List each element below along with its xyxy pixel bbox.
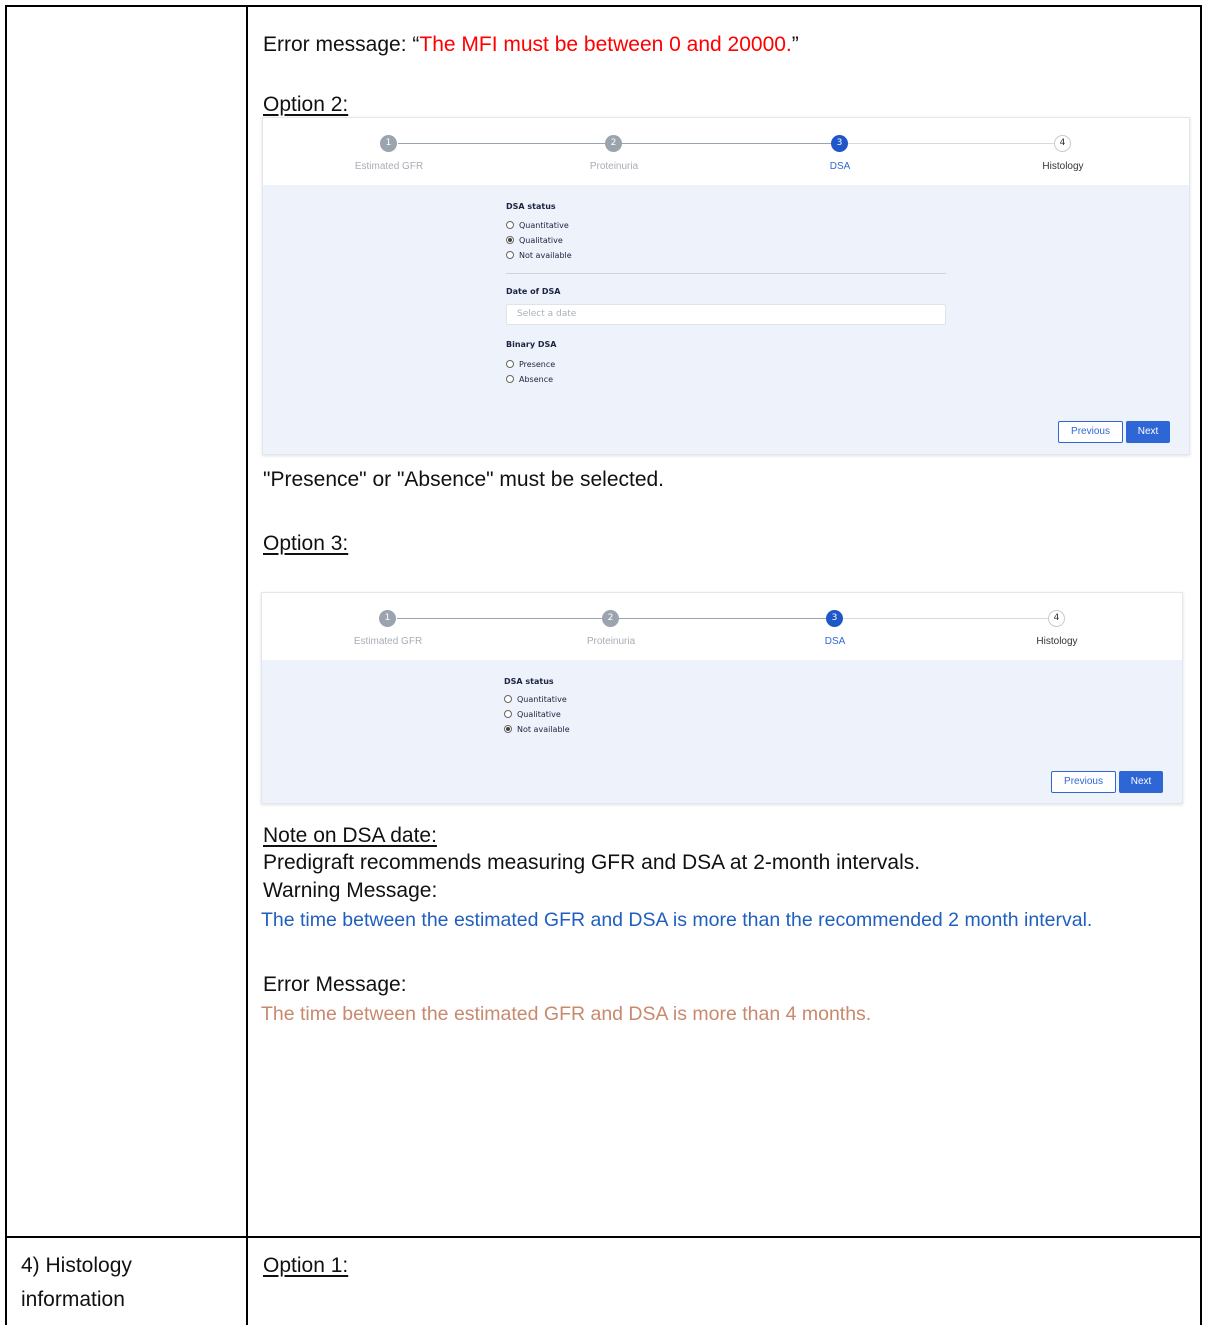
radio-absence[interactable]: Absence bbox=[506, 375, 553, 385]
radio-circle bbox=[506, 221, 514, 229]
table-row-divider bbox=[5, 1236, 1202, 1238]
dsa-form-screenshot-option3: 1 2 3 4 Estimated GFR Proteinuria DSA Hi… bbox=[261, 592, 1183, 804]
radio-circle-selected bbox=[504, 725, 512, 733]
radio-circle bbox=[506, 375, 514, 383]
radio-circle bbox=[504, 710, 512, 718]
next-button[interactable]: Next bbox=[1126, 421, 1170, 443]
date-of-dsa-label: Date of DSA bbox=[506, 287, 561, 296]
form-body: DSA status Quantitative Qualitative Not … bbox=[262, 660, 1182, 803]
dsa-status-label: DSA status bbox=[504, 677, 554, 686]
step-3-circle[interactable]: 3 bbox=[826, 610, 843, 627]
dsa-form-screenshot-option2: 1 2 3 4 Estimated GFR Proteinuria DSA Hi… bbox=[262, 117, 1190, 455]
step-4-label: Histology bbox=[1036, 636, 1078, 647]
step-4-circle[interactable]: 4 bbox=[1048, 610, 1065, 627]
mfi-error-line: Error message: “The MFI must be between … bbox=[263, 32, 799, 58]
radio-not-available[interactable]: Not available bbox=[504, 725, 570, 735]
step-2-circle[interactable]: 2 bbox=[602, 610, 619, 627]
radio-circle bbox=[504, 695, 512, 703]
warning-text: The time between the estimated GFR and D… bbox=[261, 909, 1093, 931]
error-prefix: Error message: “ bbox=[263, 33, 420, 56]
note-heading: Note on DSA date: bbox=[263, 824, 437, 847]
option2-note: "Presence" or "Absence" must be selected… bbox=[263, 468, 665, 491]
radio-qualitative[interactable]: Qualitative bbox=[506, 236, 563, 246]
radio-circle bbox=[506, 251, 514, 259]
binary-dsa-label: Binary DSA bbox=[506, 340, 557, 349]
step-4-circle[interactable]: 4 bbox=[1054, 135, 1071, 152]
step-1-circle[interactable]: 1 bbox=[379, 610, 396, 627]
stepper: 1 2 3 4 Estimated GFR Proteinuria DSA Hi… bbox=[262, 593, 1182, 661]
option1-heading: Option 1: bbox=[263, 1254, 349, 1277]
step-connector bbox=[853, 143, 1058, 144]
previous-button[interactable]: Previous bbox=[1051, 771, 1116, 793]
error-label: Error Message: bbox=[263, 973, 407, 996]
radio-qualitative[interactable]: Qualitative bbox=[504, 710, 561, 720]
radio-quantitative[interactable]: Quantitative bbox=[506, 221, 569, 231]
step-3-label: DSA bbox=[824, 636, 846, 647]
step-3-label: DSA bbox=[829, 161, 851, 172]
form-body: DSA status Quantitative Qualitative Not … bbox=[263, 185, 1189, 454]
mfi-error-text: The MFI must be between 0 and 20000. bbox=[419, 33, 792, 56]
error-message: The time between the estimated GFR and D… bbox=[261, 1003, 872, 1025]
note-text: Predigraft recommends measuring GFR and … bbox=[263, 851, 921, 874]
table-border-left bbox=[5, 5, 7, 1325]
table-column-divider bbox=[246, 5, 248, 1325]
step-1-label: Estimated GFR bbox=[353, 636, 423, 647]
step-2-label: Proteinuria bbox=[586, 636, 636, 647]
radio-presence[interactable]: Presence bbox=[506, 360, 555, 370]
step-connector bbox=[842, 618, 1052, 619]
step-connector bbox=[625, 143, 845, 144]
step-2-label: Proteinuria bbox=[589, 161, 639, 172]
step-1-label: Estimated GFR bbox=[354, 161, 424, 172]
option3-heading: Option 3: bbox=[263, 532, 349, 555]
radio-not-available[interactable]: Not available bbox=[506, 251, 572, 261]
dsa-status-label: DSA status bbox=[506, 202, 556, 211]
table-border-right bbox=[1200, 5, 1202, 1325]
table-border-top bbox=[5, 5, 1202, 7]
step-3-circle[interactable]: 3 bbox=[831, 135, 848, 152]
warning-label: Warning Message: bbox=[263, 879, 438, 902]
step-1-circle[interactable]: 1 bbox=[380, 135, 397, 152]
option2-heading: Option 2: bbox=[263, 93, 349, 116]
error-suffix: ” bbox=[791, 33, 799, 56]
radio-quantitative[interactable]: Quantitative bbox=[504, 695, 567, 705]
step-connector bbox=[397, 618, 842, 619]
row-label-line2: information bbox=[21, 1288, 125, 1311]
radio-circle-selected bbox=[506, 236, 514, 244]
previous-button[interactable]: Previous bbox=[1058, 421, 1123, 443]
step-4-label: Histology bbox=[1042, 161, 1084, 172]
stepper: 1 2 3 4 Estimated GFR Proteinuria DSA Hi… bbox=[263, 118, 1189, 186]
row-label-line1: 4) Histology bbox=[21, 1254, 132, 1277]
step-2-circle[interactable]: 2 bbox=[605, 135, 622, 152]
form-separator bbox=[506, 273, 946, 274]
radio-circle bbox=[506, 360, 514, 368]
next-button[interactable]: Next bbox=[1119, 771, 1163, 793]
date-of-dsa-input[interactable]: Select a date bbox=[506, 304, 946, 325]
